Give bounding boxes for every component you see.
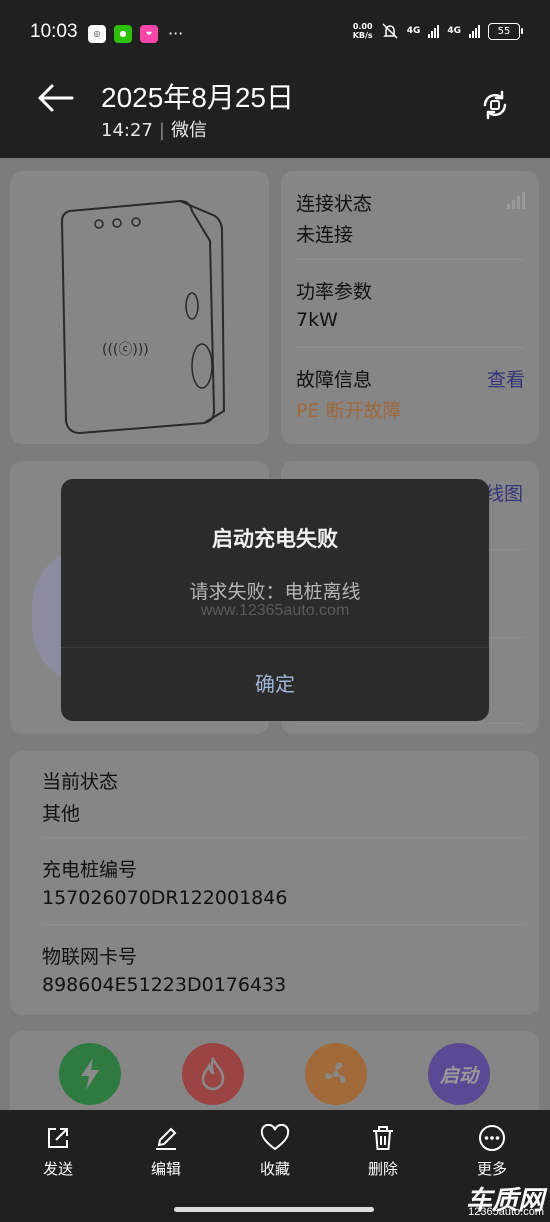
favorite-button[interactable]: 收藏	[235, 1124, 315, 1179]
more-label: 更多	[476, 1160, 507, 1178]
fan-icon	[325, 1062, 346, 1084]
signal-icon-2	[469, 24, 480, 38]
divider	[296, 347, 524, 348]
power-value: 7kW	[296, 309, 338, 331]
capture-time: 14:27	[101, 120, 153, 141]
dialog-title: 启动充电失败	[212, 527, 338, 551]
fan-button[interactable]	[305, 1043, 367, 1105]
fault-info-label: 故障信息	[296, 369, 373, 391]
iot-card-label: 物联网卡号	[42, 946, 138, 968]
trash-icon	[373, 1126, 393, 1150]
divider	[42, 837, 526, 838]
share-icon	[48, 1128, 68, 1148]
back-arrow-icon[interactable]	[36, 80, 76, 116]
svg-text:(((ⓒ))): (((ⓒ)))	[102, 342, 149, 358]
current-state-label: 当前状态	[42, 771, 119, 793]
fault-view-link[interactable]: 查看	[487, 365, 525, 392]
pink-app-icon: ❤	[140, 24, 158, 43]
notification-icons: ◎ ● ❤ ···	[88, 24, 183, 43]
more-icon	[479, 1125, 505, 1151]
home-indicator[interactable]	[174, 1207, 374, 1212]
power-label: 功率参数	[296, 281, 373, 303]
pile-number-label: 充电桩编号	[42, 859, 138, 881]
network-4g-label-2: 4G	[447, 26, 461, 36]
charger-device-illustration: (((ⓒ)))	[60, 199, 226, 435]
charger-image-card: (((ⓒ)))	[10, 171, 269, 444]
start-button[interactable]: 启动	[428, 1043, 490, 1105]
status-bar: 10:03 ◎ ● ❤ ··· 0.00 KB/s 4G 4G 55	[0, 0, 550, 66]
error-dialog: 启动充电失败 请求失败：电桩离线 www.12365auto.com 确定	[61, 479, 489, 721]
divider	[296, 723, 524, 724]
dialog-ok-button[interactable]: 确定	[61, 648, 489, 721]
rotate-screen-icon[interactable]	[478, 88, 512, 122]
dialog-message: 请求失败：电桩离线	[189, 581, 361, 603]
delete-label: 删除	[367, 1160, 398, 1178]
edit-button[interactable]: 编辑	[126, 1124, 206, 1179]
start-button-label: 启动	[439, 1064, 478, 1087]
network-4g-label: 4G	[406, 26, 421, 36]
connection-status-label: 连接状态	[296, 193, 373, 215]
pencil-icon	[156, 1127, 177, 1150]
title-bar: 2025年8月25日 14:27 | 微信	[0, 66, 550, 158]
favorite-label: 收藏	[259, 1160, 290, 1178]
battery-icon: 55	[488, 22, 523, 40]
more-notifications-icon: ···	[168, 24, 184, 43]
signal-strength-icon	[507, 191, 525, 209]
lightning-icon	[81, 1058, 99, 1090]
flame-icon	[201, 1057, 225, 1091]
charger-status-card: 连接状态 未连接 功率参数 7kW 故障信息 查看 PE 断开故障	[281, 171, 539, 444]
connection-status-value: 未连接	[296, 224, 354, 246]
status-indicators: 0.00 KB/s 4G 4G 55	[352, 22, 523, 40]
heating-button[interactable]	[182, 1043, 244, 1105]
watermark-url: 12365auto.com	[468, 1206, 544, 1218]
signal-icon	[428, 24, 440, 38]
iot-card-value: 898604E51223D0176433	[42, 974, 287, 996]
source-app: 微信	[170, 120, 207, 141]
mute-icon	[382, 23, 398, 39]
pile-number-value: 157026070DR122001846	[42, 887, 288, 909]
pile-info-card: 当前状态 其他 充电桩编号 157026070DR122001846 物联网卡号…	[10, 751, 539, 1015]
page-subtitle: 14:27 | 微信	[101, 120, 207, 141]
network-speed: 0.00 KB/s	[352, 22, 373, 40]
status-time: 10:03	[30, 21, 78, 42]
fast-charge-button[interactable]	[59, 1043, 121, 1105]
send-label: 发送	[42, 1160, 73, 1178]
more-button[interactable]: 更多	[452, 1124, 532, 1179]
mobile-app-icon: ◎	[88, 24, 106, 43]
fault-info-value: PE 断开故障	[296, 400, 402, 422]
chart-link[interactable]: 线图	[485, 479, 523, 506]
divider	[42, 924, 526, 925]
current-state-value: 其他	[42, 803, 81, 825]
heart-icon	[260, 1124, 290, 1151]
divider	[296, 259, 524, 260]
delete-button[interactable]: 删除	[343, 1124, 423, 1179]
edit-label: 编辑	[150, 1160, 181, 1178]
page-title: 2025年8月25日	[101, 82, 295, 113]
dialog-watermark: www.12365auto.com	[200, 602, 350, 619]
send-button[interactable]: 发送	[18, 1124, 98, 1179]
wechat-icon: ●	[114, 24, 132, 43]
